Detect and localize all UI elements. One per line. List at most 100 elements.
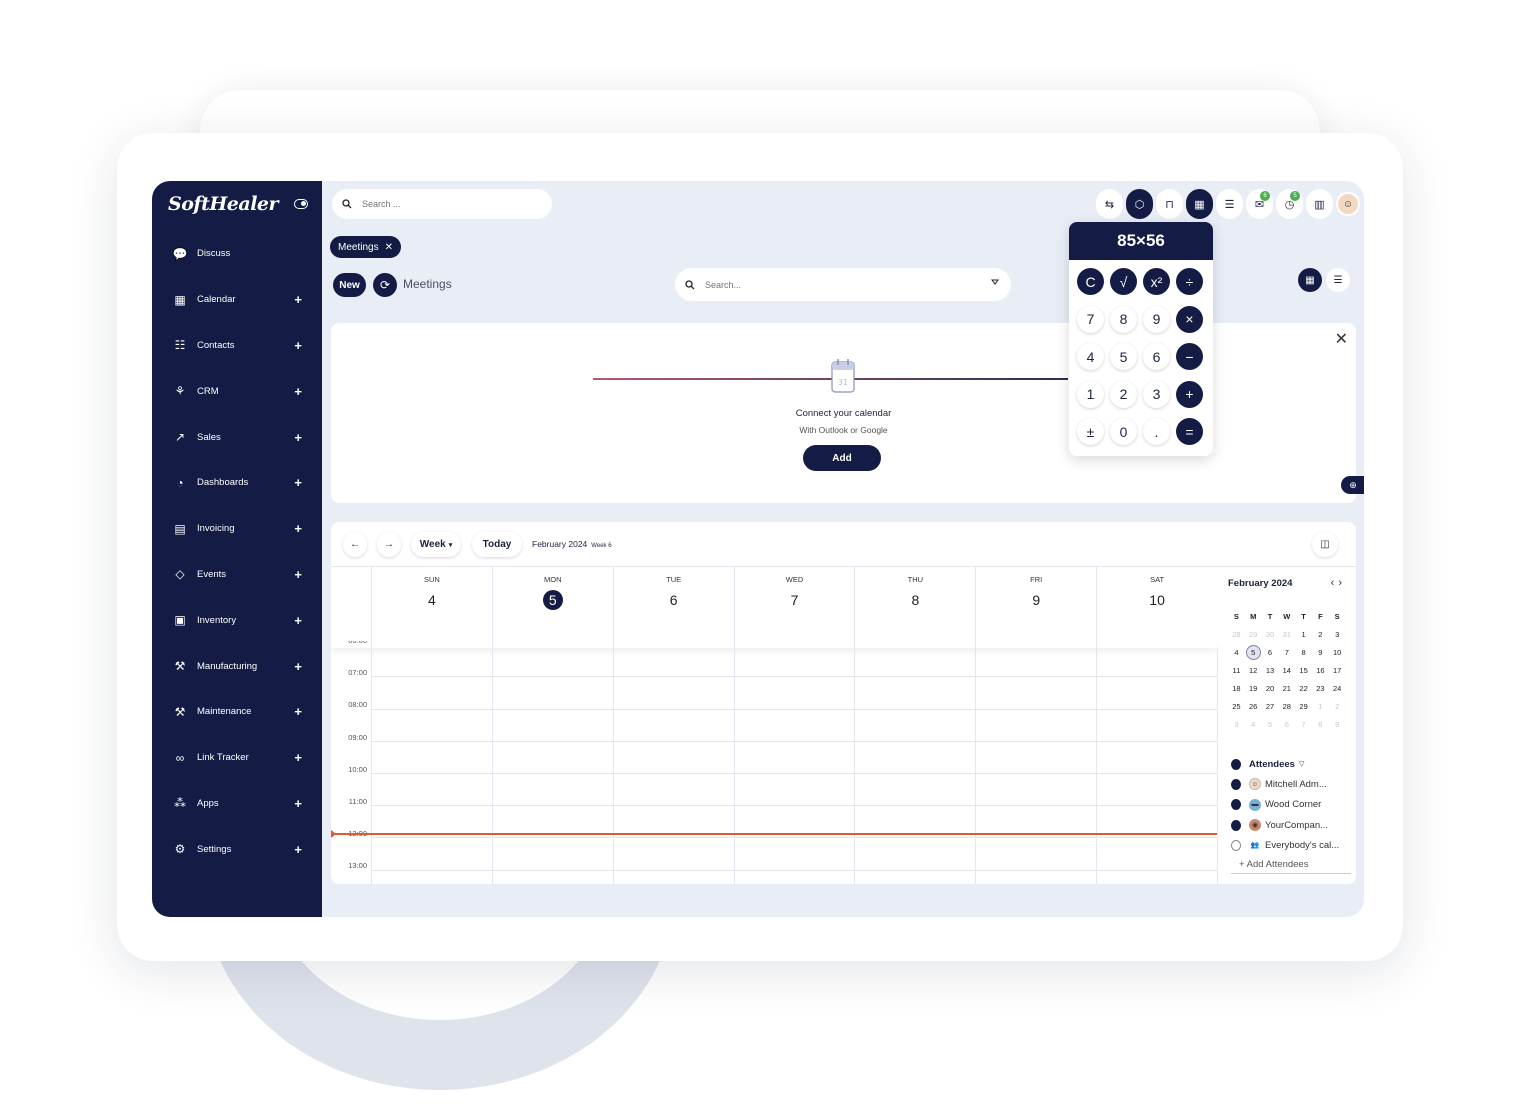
list-view-icon[interactable]: ☰ xyxy=(1326,268,1350,292)
translate-icon[interactable]: ⇆ xyxy=(1096,189,1123,219)
day-header[interactable]: TUE 6 xyxy=(612,567,734,648)
mini-day[interactable]: 2 xyxy=(1329,698,1346,716)
mini-day[interactable]: 29 xyxy=(1295,698,1312,716)
mini-day[interactable]: 24 xyxy=(1329,680,1346,698)
sidebar-item-dashboards[interactable]: ◔ Dashboards + xyxy=(152,460,322,506)
calculator-icon[interactable]: ▦ xyxy=(1186,189,1213,219)
expand-plus-icon[interactable]: + xyxy=(294,384,302,399)
bookmark-icon[interactable]: ⊓ xyxy=(1156,189,1183,219)
attendee-row[interactable]: ▬ Wood Corner xyxy=(1231,795,1351,815)
mini-day[interactable]: 8 xyxy=(1312,716,1329,734)
global-search[interactable] xyxy=(332,189,552,219)
expand-plus-icon[interactable]: + xyxy=(294,613,302,628)
calculator-key[interactable]: 3 xyxy=(1143,380,1170,408)
calculator-key[interactable]: ÷ xyxy=(1176,268,1203,295)
day-header[interactable]: SAT 10 xyxy=(1096,567,1217,648)
calculator-key[interactable]: 1 xyxy=(1077,380,1104,408)
mini-day[interactable]: 9 xyxy=(1329,716,1346,734)
calculator-key[interactable]: x² xyxy=(1143,268,1170,295)
view-search-input[interactable] xyxy=(705,279,855,290)
calculator-key[interactable]: + xyxy=(1176,380,1203,408)
mini-day[interactable]: 8 xyxy=(1295,644,1312,662)
sidebar-item-discuss[interactable]: 💬 Discuss xyxy=(152,231,322,277)
calculator-key[interactable]: √ xyxy=(1110,268,1137,295)
calculator-key[interactable]: . xyxy=(1143,418,1170,445)
day-header[interactable]: SUN 4 xyxy=(371,567,492,648)
mini-day[interactable]: 13 xyxy=(1262,662,1279,680)
prev-week-icon[interactable]: ← xyxy=(343,532,367,557)
mini-day[interactable]: 28 xyxy=(1278,698,1295,716)
mini-day[interactable]: 5 xyxy=(1245,644,1262,662)
attendee-toggle[interactable] xyxy=(1231,799,1241,811)
mini-day[interactable]: 7 xyxy=(1278,644,1295,662)
mini-day[interactable]: 25 xyxy=(1228,698,1245,716)
calculator-key[interactable]: 4 xyxy=(1077,343,1104,370)
view-select[interactable]: Week ▾ xyxy=(411,532,461,557)
mini-day[interactable]: 3 xyxy=(1329,626,1346,644)
calculator-key[interactable]: × xyxy=(1176,305,1203,333)
mini-day[interactable]: 3 xyxy=(1228,716,1245,734)
sidebar-item-apps[interactable]: ⁂ Apps + xyxy=(152,781,322,827)
mini-day[interactable]: 22 xyxy=(1295,680,1312,698)
mini-day[interactable]: 27 xyxy=(1262,698,1279,716)
mini-day[interactable]: 18 xyxy=(1228,680,1245,698)
mini-day[interactable]: 15 xyxy=(1295,662,1312,680)
expand-plus-icon[interactable]: + xyxy=(294,659,302,674)
calculator-key[interactable]: 7 xyxy=(1077,305,1104,333)
expand-plus-icon[interactable]: + xyxy=(294,292,302,307)
expand-plus-icon[interactable]: + xyxy=(294,338,302,353)
mini-day[interactable]: 1 xyxy=(1312,698,1329,716)
expand-plus-icon[interactable]: + xyxy=(294,704,302,719)
mini-day[interactable]: 1 xyxy=(1295,626,1312,644)
sidebar-item-inventory[interactable]: ▣ Inventory + xyxy=(152,597,322,643)
mini-day[interactable]: 28 xyxy=(1228,626,1245,644)
calculator-key[interactable]: 8 xyxy=(1110,305,1137,333)
side-panel-toggle-icon[interactable]: ◫ xyxy=(1312,532,1338,557)
mini-day[interactable]: 29 xyxy=(1245,626,1262,644)
mini-day[interactable]: 5 xyxy=(1262,716,1279,734)
sidebar-item-contacts[interactable]: ☷ Contacts + xyxy=(152,323,322,369)
attendee-row[interactable]: 👥 Everybody's cal... xyxy=(1231,835,1351,855)
calculator-key[interactable]: − xyxy=(1176,343,1203,370)
mini-day[interactable]: 16 xyxy=(1312,662,1329,680)
sidebar-item-sales[interactable]: ↗ Sales + xyxy=(152,414,322,460)
attendee-toggle[interactable] xyxy=(1231,819,1241,831)
user-avatar[interactable]: ☺ xyxy=(1336,192,1360,216)
mini-day[interactable]: 11 xyxy=(1228,662,1245,680)
calendar-view-icon[interactable]: ▦ xyxy=(1298,268,1322,292)
next-week-icon[interactable]: → xyxy=(377,532,401,557)
attendees-header[interactable]: Attendees ▽ xyxy=(1231,754,1351,774)
activities-icon[interactable]: ◷ 5 xyxy=(1276,189,1303,219)
global-search-input[interactable] xyxy=(362,199,512,209)
attendee-toggle[interactable] xyxy=(1231,839,1241,851)
brand-logo[interactable]: SoftHealer xyxy=(168,193,279,215)
company-icon[interactable]: ▥ xyxy=(1306,189,1333,219)
expand-plus-icon[interactable]: + xyxy=(294,430,302,445)
sidebar-item-maintenance[interactable]: ⚒ Maintenance + xyxy=(152,689,322,735)
sidebar-item-link-tracker[interactable]: ∞ Link Tracker + xyxy=(152,735,322,781)
sidebar-toggle-icon[interactable] xyxy=(294,199,308,209)
expand-plus-icon[interactable]: + xyxy=(294,567,302,582)
day-header[interactable]: THU 8 xyxy=(854,567,975,648)
attendee-row[interactable]: ◉ YourCompan... xyxy=(1231,815,1351,835)
filter-chip-meetings[interactable]: Meetings ✕ xyxy=(330,236,401,258)
messages-icon[interactable]: ✉ 6 xyxy=(1246,189,1273,219)
mini-day[interactable]: 6 xyxy=(1278,716,1295,734)
calculator-key[interactable]: 0 xyxy=(1110,418,1137,445)
mini-day[interactable]: 10 xyxy=(1329,644,1346,662)
calculator-key[interactable]: 5 xyxy=(1110,343,1137,370)
mini-day[interactable]: 23 xyxy=(1312,680,1329,698)
filter-chip-close-icon[interactable]: ✕ xyxy=(385,242,393,253)
close-icon[interactable]: ✕ xyxy=(1335,329,1348,349)
zoom-icon[interactable]: ⊕ xyxy=(1341,476,1364,494)
calculator-key[interactable]: = xyxy=(1176,418,1203,445)
add-calendar-button[interactable]: Add xyxy=(803,445,881,471)
time-grid[interactable]: 06:0007:0008:0009:0010:0011:0012:0013:00 xyxy=(331,641,1219,884)
mini-day[interactable]: 4 xyxy=(1245,716,1262,734)
new-button[interactable]: New xyxy=(333,273,366,297)
list-settings-icon[interactable]: ☰ xyxy=(1216,189,1243,219)
day-header[interactable]: FRI 9 xyxy=(975,567,1096,648)
attendee-toggle[interactable] xyxy=(1231,778,1241,790)
sidebar-item-settings[interactable]: ⚙ Settings + xyxy=(152,826,322,872)
mini-day[interactable]: 7 xyxy=(1295,716,1312,734)
